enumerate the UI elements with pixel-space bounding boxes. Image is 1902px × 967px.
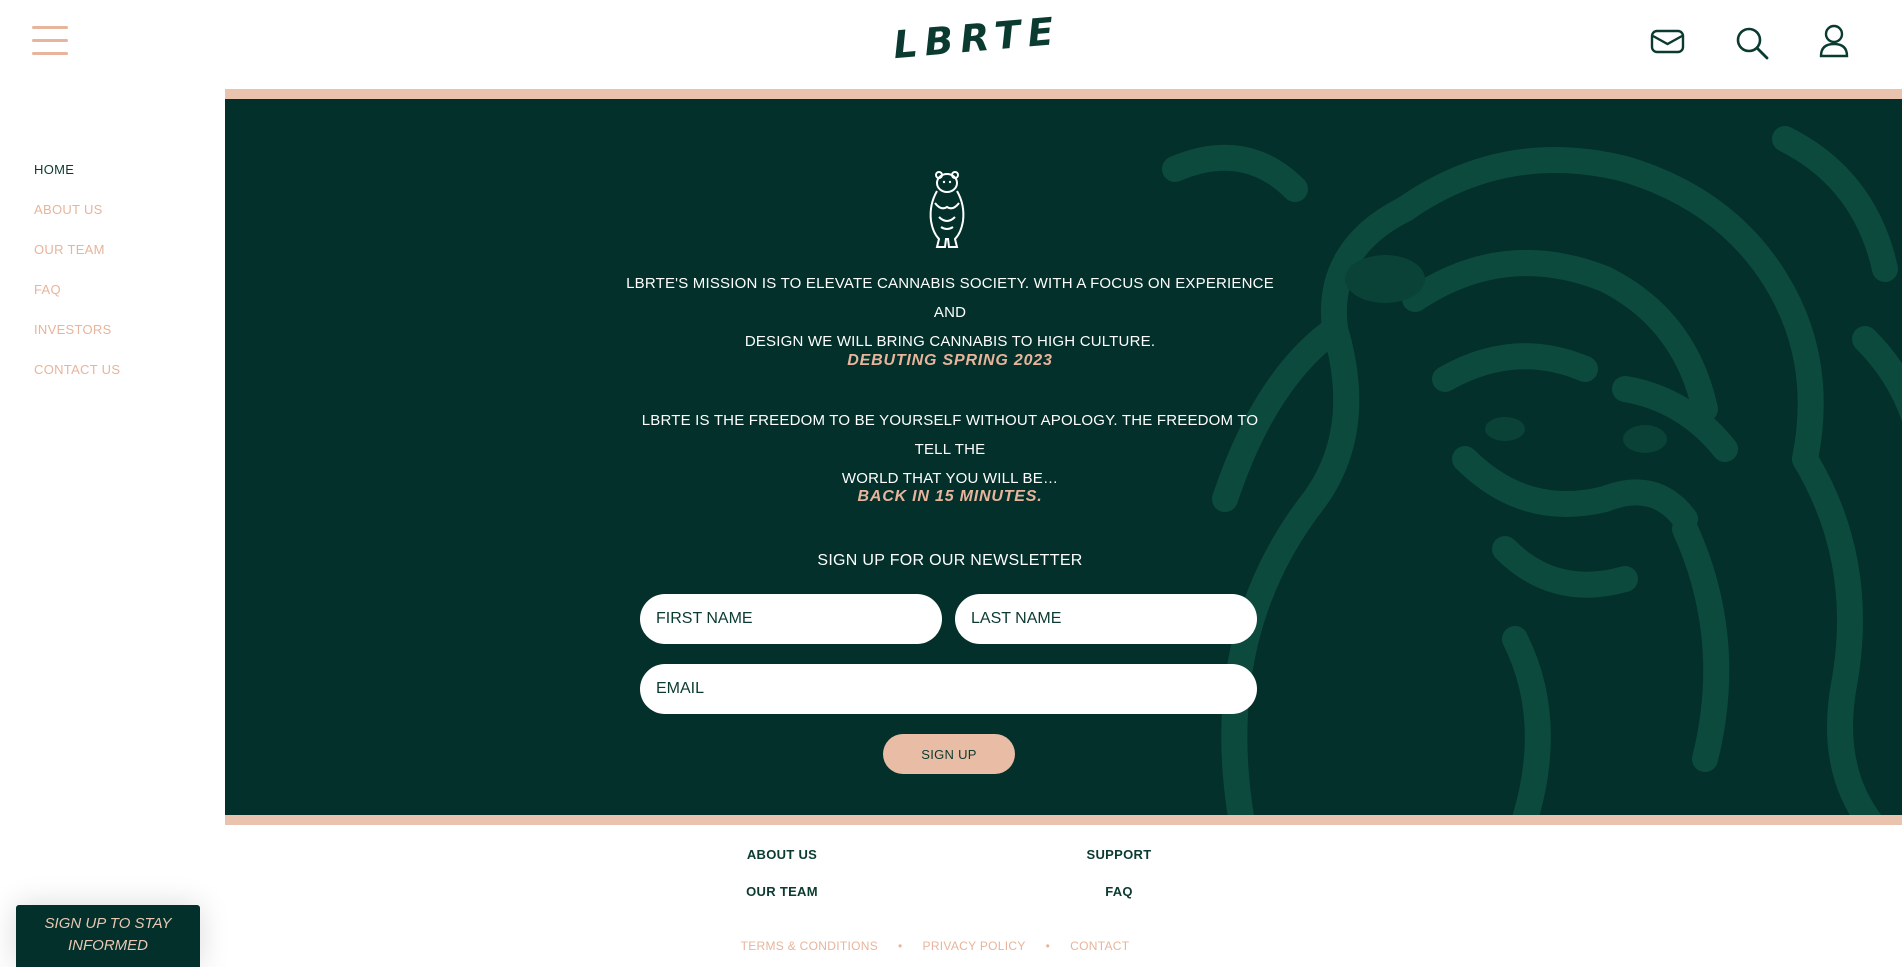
- contact-link[interactable]: CONTACT: [1070, 939, 1129, 953]
- freedom-line-1: LBRTE IS THE FREEDOM TO BE YOURSELF WITH…: [641, 412, 1259, 458]
- privacy-link[interactable]: PRIVACY POLICY: [923, 939, 1026, 953]
- mission-line-1: LBRTE'S MISSION IS TO ELEVATE CANNABIS S…: [626, 275, 1274, 321]
- debut-text: DEBUTING SPRING 2023: [847, 352, 1053, 369]
- separator-dot: •: [898, 939, 903, 953]
- stay-informed-popup-button[interactable]: SIGN UP TO STAY INFORMED: [16, 905, 200, 967]
- last-name-input[interactable]: [955, 594, 1257, 644]
- first-name-input[interactable]: [640, 594, 942, 644]
- search-icon[interactable]: [1733, 24, 1771, 62]
- hero-top-border: [225, 89, 1902, 99]
- bear-logo-icon: [929, 171, 965, 248]
- mail-icon[interactable]: [1649, 22, 1687, 60]
- sidebar-item-contact-us[interactable]: CONTACT US: [34, 360, 214, 400]
- sidebar-item-faq[interactable]: FAQ: [34, 280, 214, 320]
- menu-icon[interactable]: [32, 26, 68, 56]
- stay-informed-line-1: SIGN UP TO STAY: [44, 915, 172, 932]
- sign-up-button[interactable]: SIGN UP: [883, 734, 1015, 774]
- freedom-text: LBRTE IS THE FREEDOM TO BE YOURSELF WITH…: [625, 406, 1275, 493]
- footer-link-about-us[interactable]: ABOUT US: [712, 847, 852, 862]
- mission-text: LBRTE'S MISSION IS TO ELEVATE CANNABIS S…: [625, 269, 1275, 356]
- separator-dot: •: [1045, 939, 1051, 953]
- footer-link-our-team[interactable]: OUR TEAM: [712, 884, 852, 899]
- sidebar-item-our-team[interactable]: OUR TEAM: [34, 240, 214, 280]
- user-icon[interactable]: [1815, 22, 1853, 60]
- footer-link-support[interactable]: SUPPORT: [1049, 847, 1189, 862]
- stay-informed-line-2: INFORMED: [68, 937, 148, 954]
- sidebar-item-investors[interactable]: INVESTORS: [34, 320, 214, 360]
- email-input[interactable]: [640, 664, 1257, 714]
- newsletter-title: SIGN UP FOR OUR NEWSLETTER: [817, 552, 1083, 569]
- back-soon-text: BACK IN 15 MINUTES.: [857, 488, 1043, 505]
- sidebar-item-about-us[interactable]: ABOUT US: [34, 200, 214, 240]
- footer-link-faq[interactable]: FAQ: [1049, 884, 1189, 899]
- hero-section: LBRTE'S MISSION IS TO ELEVATE CANNABIS S…: [225, 99, 1902, 815]
- hero-bottom-border: [225, 815, 1902, 825]
- terms-link[interactable]: TERMS & CONDITIONS: [741, 939, 878, 953]
- sidebar-nav: HOME ABOUT US OUR TEAM FAQ INVESTORS CON…: [34, 160, 214, 400]
- sidebar-item-home[interactable]: HOME: [34, 160, 214, 200]
- legal-links: TERMS & CONDITIONS • PRIVACY POLICY • CO…: [725, 939, 1145, 953]
- site-header: LBRTE: [0, 0, 1902, 89]
- site-logo[interactable]: LBRTE: [891, 9, 1062, 67]
